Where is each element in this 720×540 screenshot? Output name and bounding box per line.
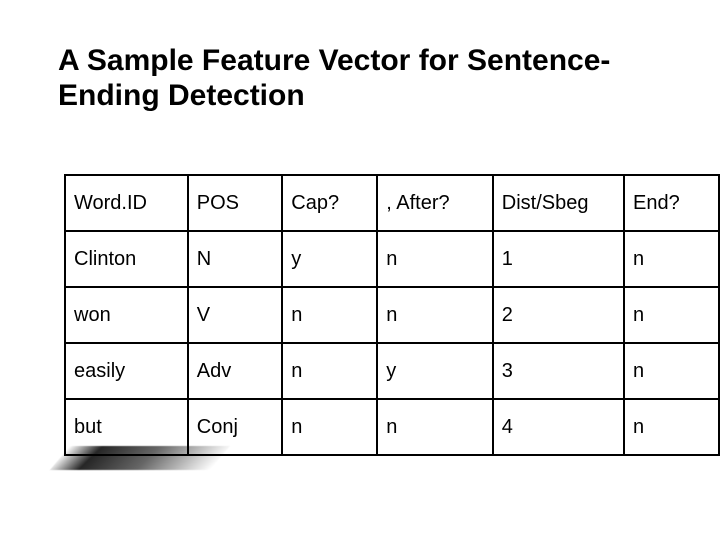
feature-table-wrap: Word.ID POS Cap? , After? Dist/Sbeg End?… [64,174,720,456]
col-header-after: , After? [377,175,492,231]
cell: 4 [493,399,624,455]
cell: 1 [493,231,624,287]
cell: n [282,343,377,399]
col-header-wordid: Word.ID [65,175,188,231]
cell: y [282,231,377,287]
col-header-cap: Cap? [282,175,377,231]
cell: n [624,287,719,343]
cell: n [282,287,377,343]
cell: V [188,287,283,343]
cell: n [377,231,492,287]
cell: Clinton [65,231,188,287]
table-header-row: Word.ID POS Cap? , After? Dist/Sbeg End? [65,175,719,231]
cell: n [377,399,492,455]
cell: n [624,343,719,399]
cell: y [377,343,492,399]
slide-title: A Sample Feature Vector for Sentence- En… [58,44,658,113]
table-row: Clinton N y n 1 n [65,231,719,287]
col-header-pos: POS [188,175,283,231]
cell: n [624,231,719,287]
cell: N [188,231,283,287]
cell: Adv [188,343,283,399]
cell: 2 [493,287,624,343]
cell: n [377,287,492,343]
cell: 3 [493,343,624,399]
feature-table: Word.ID POS Cap? , After? Dist/Sbeg End?… [64,174,720,456]
title-line-2: Ending Detection [58,79,305,112]
table-row: easily Adv n y 3 n [65,343,719,399]
cell: won [65,287,188,343]
cell: easily [65,343,188,399]
cell: n [282,399,377,455]
table-row: won V n n 2 n [65,287,719,343]
col-header-distsbeg: Dist/Sbeg [493,175,624,231]
slide: A Sample Feature Vector for Sentence- En… [0,0,720,540]
col-header-end: End? [624,175,719,231]
cell: n [624,399,719,455]
table-3d-shadow [50,446,230,470]
title-line-1: A Sample Feature Vector for Sentence- [58,44,610,77]
